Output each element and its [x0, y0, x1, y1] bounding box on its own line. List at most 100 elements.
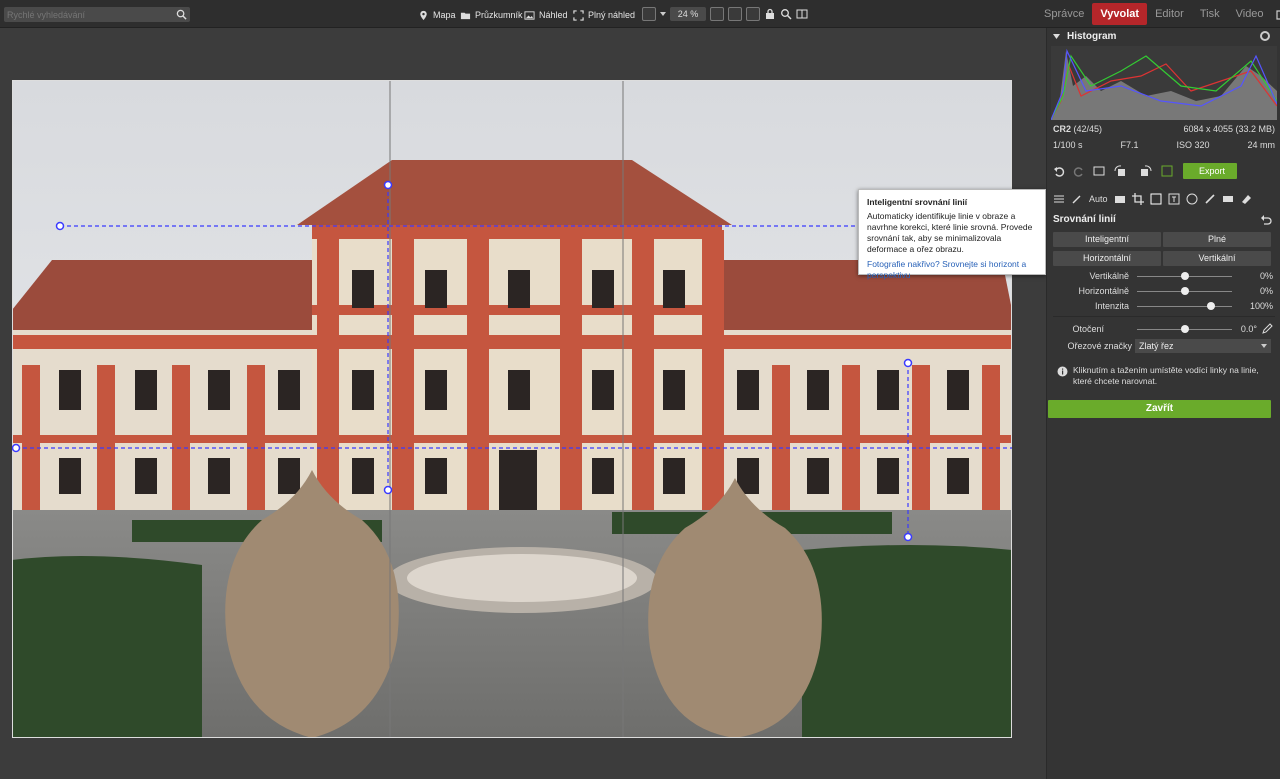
search-icon[interactable] [176, 9, 187, 20]
crop-marks-select[interactable]: Zlatý řez [1135, 339, 1271, 353]
tooltip-title: Inteligentní srovnání linií [867, 197, 968, 207]
undo-icon[interactable] [1053, 165, 1065, 177]
image-info-row2: 1/100 s F7.1 ISO 320 24 mm [1053, 140, 1275, 150]
reset-icon[interactable] [1260, 214, 1272, 226]
image-icon [524, 10, 535, 20]
export-button[interactable]: Export [1183, 163, 1237, 179]
redo-icon[interactable] [1073, 165, 1085, 177]
divider [1053, 316, 1275, 317]
nav-fullview[interactable]: Plný náhled [573, 7, 635, 23]
intelligent-button[interactable]: Inteligentní [1053, 232, 1161, 247]
histogram-title: Histogram [1067, 31, 1117, 42]
vertical-knob[interactable] [1180, 272, 1189, 280]
magic-wand-icon[interactable] [1071, 193, 1083, 205]
fill-button[interactable] [746, 7, 760, 21]
search-input[interactable] [4, 7, 172, 22]
view-tools: 24 % [642, 7, 808, 21]
tooltip-link[interactable]: Fotografie nakřivo? Srovnejte si horizon… [867, 259, 1037, 281]
horizontal-knob[interactable] [1180, 287, 1189, 295]
vertical-button[interactable]: Vertikální [1163, 251, 1271, 266]
nav-explorer-label: Průzkumník [475, 10, 523, 20]
text-icon[interactable] [1168, 193, 1180, 205]
collapse-icon[interactable] [1053, 33, 1060, 40]
chevron-down-icon[interactable] [660, 11, 666, 17]
tab-print[interactable]: Tisk [1192, 3, 1228, 25]
flash-button[interactable] [642, 7, 656, 21]
tab-editor[interactable]: Editor [1147, 3, 1192, 25]
horizontal-value: 0% [1259, 286, 1273, 296]
info-icon [1057, 366, 1068, 377]
crop-marks-label: Ořezové značky [1067, 341, 1132, 351]
zoom-field[interactable]: 24 % [670, 7, 706, 21]
tab-video[interactable]: Video [1228, 3, 1272, 25]
intensity-value: 100% [1249, 301, 1273, 311]
format-label: CR2 [1053, 124, 1072, 134]
preset-icon[interactable] [1161, 165, 1175, 177]
rotation-label: Otočení [1072, 324, 1104, 334]
zoom-1to1-button[interactable] [710, 7, 724, 21]
vertical-value: 0% [1259, 271, 1273, 281]
shutter-label: 1/100 s [1053, 140, 1083, 150]
nav-map-label: Mapa [433, 10, 456, 20]
brush-icon[interactable] [1204, 193, 1216, 205]
camera-icon[interactable] [1114, 193, 1126, 205]
vertical-label: Vertikálně [1089, 271, 1129, 281]
horizontal-label: Horizontálně [1078, 286, 1129, 296]
straighten-icon[interactable] [1150, 193, 1162, 205]
mode-tabs: Správce Vyvolat Editor Tisk Video [1036, 0, 1280, 28]
close-button[interactable]: Zavřít [1048, 400, 1271, 418]
aperture-label: F7.1 [1120, 140, 1139, 150]
photo[interactable] [12, 80, 1012, 738]
rotation-value: 0.0° [1240, 324, 1257, 334]
intensity-knob[interactable] [1207, 302, 1216, 310]
circle-icon[interactable] [1186, 193, 1198, 205]
horizontal-button[interactable]: Horizontální [1053, 251, 1161, 266]
nav-map[interactable]: Mapa [418, 7, 456, 23]
external-window-icon[interactable] [1275, 8, 1280, 20]
gradient-icon[interactable] [1222, 193, 1234, 205]
pencil-icon[interactable] [1261, 323, 1273, 335]
full-button[interactable]: Plné [1163, 232, 1271, 247]
intensity-label: Intenzita [1094, 301, 1129, 311]
eraser-icon[interactable] [1240, 193, 1252, 205]
image-info-row1: CR2 (42/45) 6084 x 4055 (33.2 MB) [1053, 124, 1275, 134]
focal-label: 24 mm [1247, 140, 1275, 150]
folder-icon [460, 12, 471, 19]
auto-label[interactable]: Auto [1089, 194, 1108, 204]
crop-icon[interactable] [1131, 193, 1144, 205]
image-canvas[interactable] [0, 28, 1046, 779]
rotate-right-icon[interactable] [1137, 165, 1153, 177]
tab-develop[interactable]: Vyvolat [1092, 3, 1148, 25]
crop-marks-value: Zlatý řez [1139, 341, 1174, 351]
settings-icon[interactable] [1260, 31, 1270, 41]
top-bar: Mapa Průzkumník Náhled Plný náhled 24 % … [0, 0, 1280, 28]
fit-button[interactable] [728, 7, 742, 21]
sliders-icon[interactable] [1053, 193, 1065, 205]
zoom-tool-icon[interactable] [780, 8, 792, 20]
action-row: Export [1053, 163, 1237, 179]
image-compare-icon[interactable] [1093, 165, 1105, 177]
index-label: (42/45) [1073, 124, 1103, 134]
nav-preview-label: Náhled [539, 10, 568, 20]
chevron-down-icon [1261, 344, 1267, 348]
compare-icon[interactable] [796, 8, 808, 20]
size-label: 6084 x 4055 (33.2 MB) [1183, 124, 1275, 134]
lock-icon[interactable] [764, 8, 776, 20]
intensity-slider[interactable] [1137, 306, 1232, 307]
tool-row: Auto [1053, 193, 1252, 205]
section-title: Srovnání linií [1053, 214, 1116, 225]
tooltip: Inteligentní srovnání linií Automaticky … [858, 189, 1046, 280]
iso-label: ISO 320 [1176, 140, 1210, 150]
map-pin-icon [420, 10, 427, 20]
nav-preview[interactable]: Náhled [524, 7, 568, 23]
rotate-left-icon[interactable] [1113, 165, 1129, 177]
tab-manager[interactable]: Správce [1036, 3, 1092, 25]
nav-fullview-label: Plný náhled [588, 10, 636, 20]
tooltip-body: Automaticky identifikuje linie v obraze … [867, 211, 1033, 254]
nav-explorer[interactable]: Průzkumník [460, 7, 523, 23]
rotation-knob[interactable] [1180, 325, 1189, 333]
search-box[interactable] [4, 7, 190, 22]
histogram-chart [1051, 46, 1277, 120]
export-label: Export [1199, 166, 1226, 176]
fullscreen-icon [573, 9, 584, 21]
